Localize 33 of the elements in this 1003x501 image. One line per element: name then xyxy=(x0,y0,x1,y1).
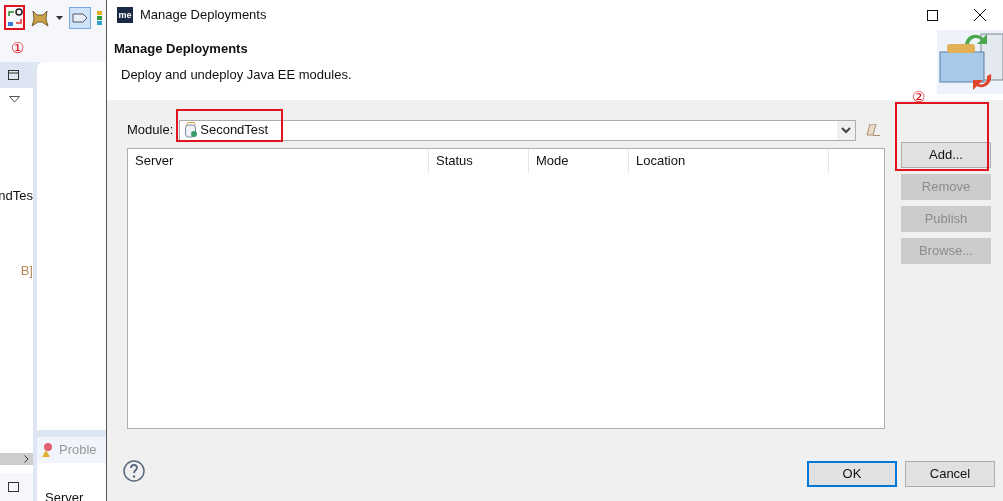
column-header[interactable]: Server xyxy=(128,149,429,173)
problems-icon[interactable] xyxy=(41,442,55,458)
dialog-heading: Manage Deployments xyxy=(114,40,249,58)
deploy-banner-icon xyxy=(937,30,1003,94)
module-label: Module: xyxy=(127,121,174,140)
module-dropdown[interactable]: SecondTest xyxy=(179,119,857,141)
help-icon[interactable] xyxy=(123,460,145,482)
side-button[interactable]: Add... xyxy=(901,142,991,168)
horizontal-scrollbar[interactable] xyxy=(0,453,33,465)
highlight-frame xyxy=(4,5,25,30)
grid-icon[interactable] xyxy=(97,11,102,25)
caret-icon[interactable] xyxy=(56,15,63,21)
deploy-icon[interactable] xyxy=(6,8,24,28)
step-marker: ① xyxy=(11,40,24,55)
close-icon[interactable] xyxy=(974,9,986,21)
eraser-icon[interactable] xyxy=(866,124,881,136)
step-marker: ② xyxy=(912,89,925,104)
dialog-button[interactable]: Cancel xyxy=(905,461,995,487)
tree-item-label: ndTes xyxy=(0,189,33,202)
window-title: Manage Deployments xyxy=(140,6,267,25)
column-header[interactable]: Location xyxy=(629,149,829,173)
chevron-down-icon xyxy=(837,120,856,140)
module-icon xyxy=(184,122,199,138)
column-header[interactable]: Mode xyxy=(529,149,629,173)
dialog-description: Deploy and undeploy Java EE modules. xyxy=(121,65,353,84)
maximize-icon[interactable] xyxy=(927,9,938,21)
maximize-icon[interactable] xyxy=(8,482,19,492)
app-logo: me xyxy=(117,7,133,23)
column-header[interactable]: Status xyxy=(429,149,529,173)
maximize-icon[interactable] xyxy=(8,70,19,80)
dialog-button[interactable]: OK xyxy=(807,461,897,487)
view-menu-icon[interactable] xyxy=(9,96,20,103)
tree-item-label: B] xyxy=(20,264,33,277)
